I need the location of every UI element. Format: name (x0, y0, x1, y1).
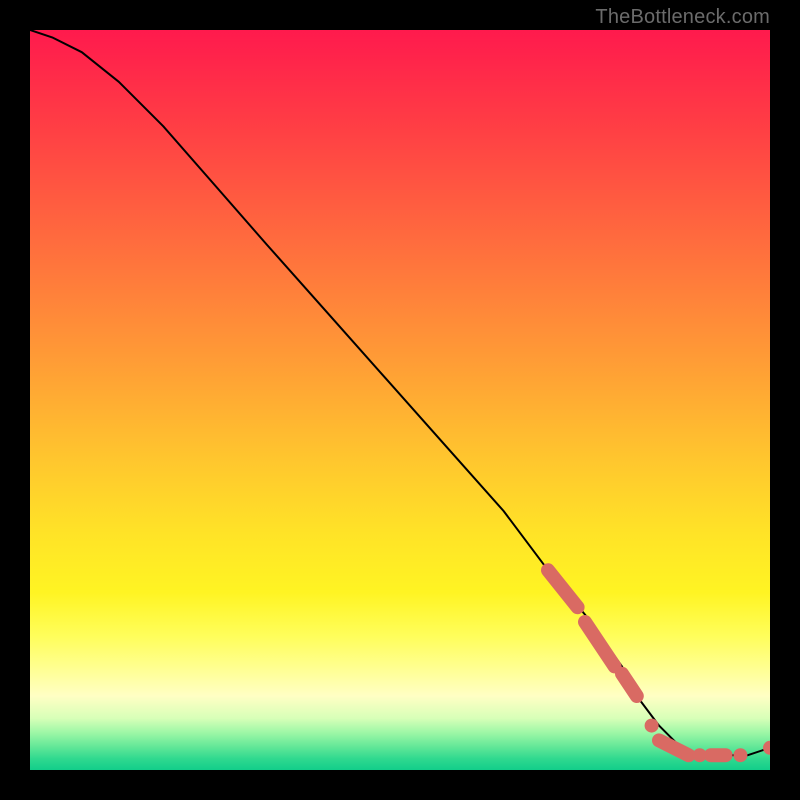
bottleneck-curve (30, 30, 770, 755)
data-segment (585, 622, 615, 666)
data-point (763, 741, 770, 755)
data-segment (659, 740, 689, 755)
data-markers (548, 570, 770, 762)
data-segment (622, 674, 637, 696)
plot-area (30, 30, 770, 770)
chart-stage: TheBottleneck.com (0, 0, 800, 800)
data-point (645, 719, 659, 733)
data-segment (548, 570, 578, 607)
data-point (733, 748, 747, 762)
chart-svg (30, 30, 770, 770)
attribution-label: TheBottleneck.com (595, 6, 770, 29)
